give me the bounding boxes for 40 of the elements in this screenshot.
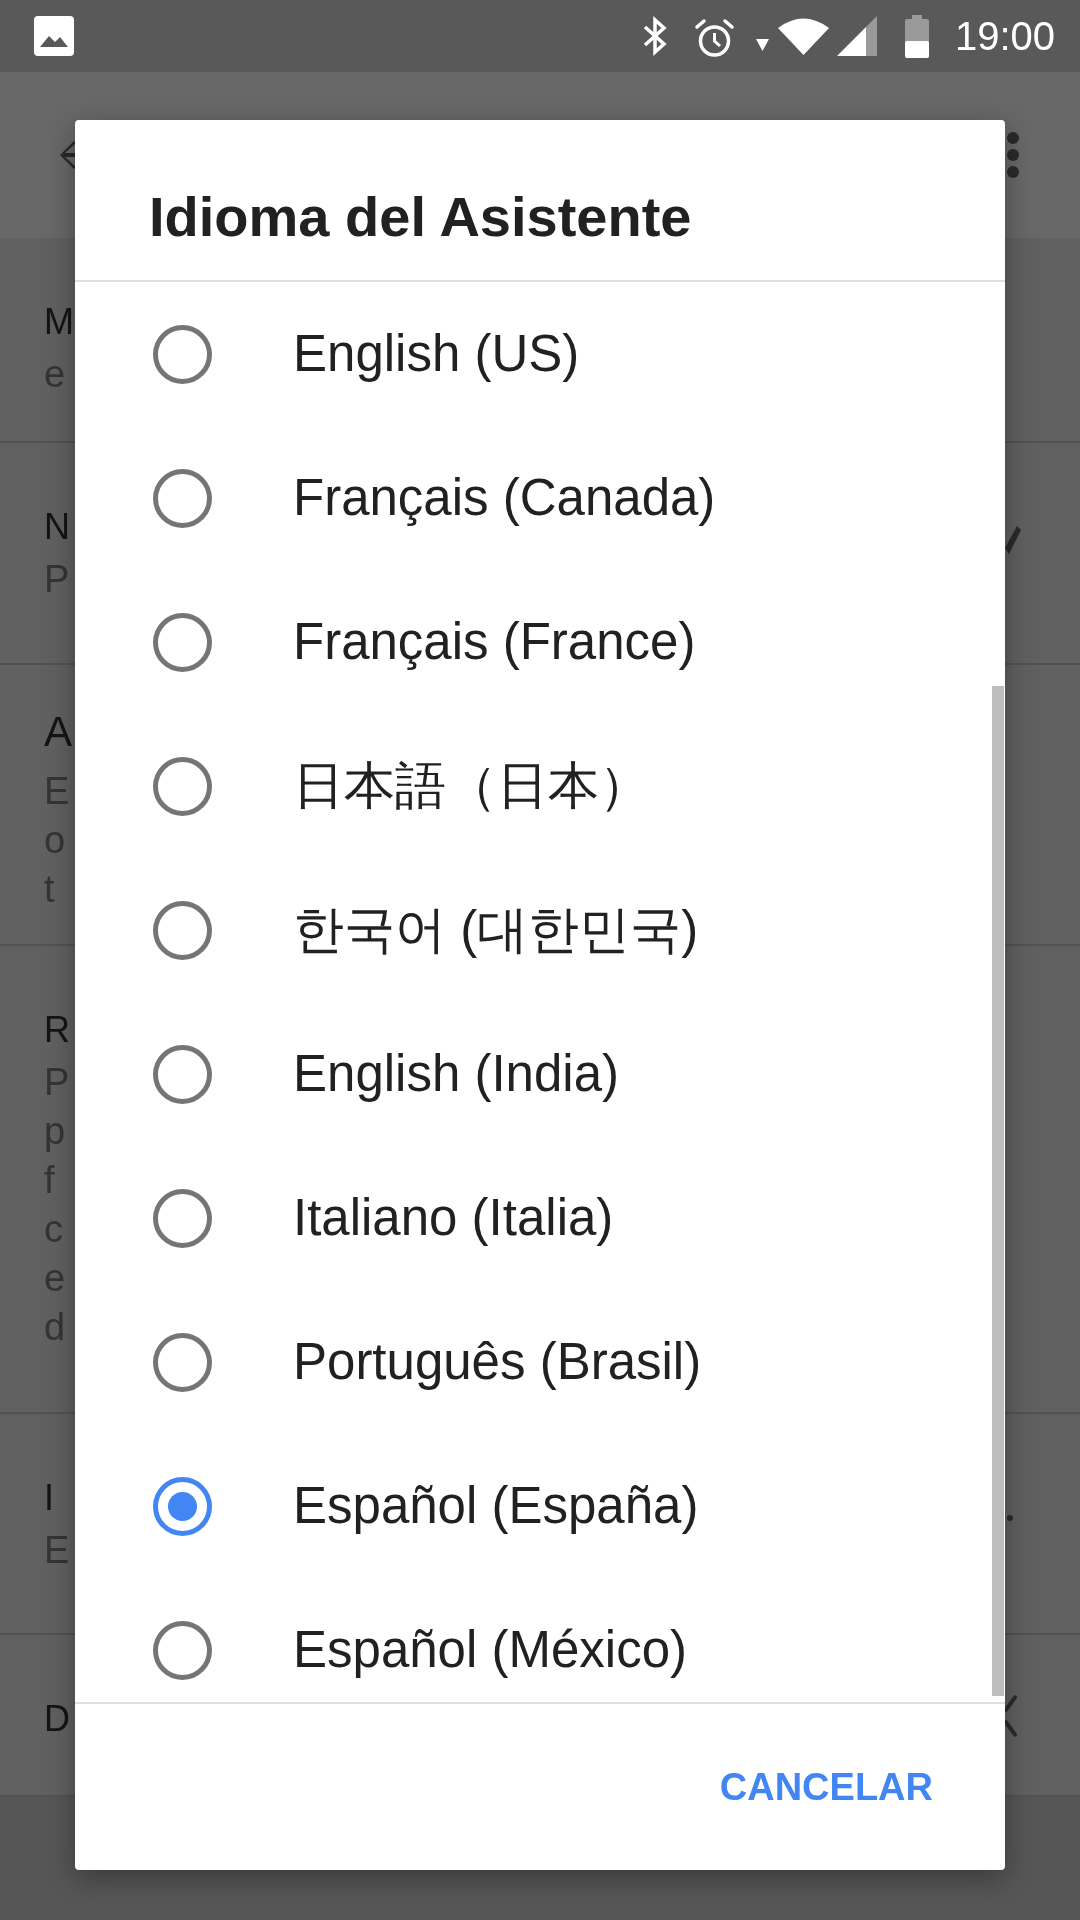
cancel-button[interactable]: CANCELAR — [695, 1743, 957, 1831]
wifi-icon — [777, 17, 829, 55]
more-options-icon — [1006, 132, 1020, 178]
radio-button[interactable] — [153, 612, 212, 672]
radio-button[interactable] — [153, 324, 212, 384]
setting-title: I — [44, 1476, 54, 1520]
setting-title: N — [44, 505, 70, 549]
language-option[interactable]: Français (Canada) — [293, 468, 716, 528]
dot-icon — [1007, 1515, 1013, 1521]
radio-button[interactable] — [153, 1620, 212, 1680]
battery-icon — [904, 14, 929, 58]
language-option[interactable]: Español (México) — [293, 1620, 687, 1680]
language-option[interactable]: English (India) — [293, 1044, 619, 1104]
radio-button[interactable] — [153, 900, 212, 960]
alarm-clock-icon — [693, 17, 735, 59]
setting-title: M — [44, 300, 74, 344]
section-title: A — [44, 707, 72, 757]
language-option[interactable]: Español (España) — [293, 1476, 699, 1536]
radio-button[interactable] — [153, 1476, 212, 1536]
signal-icon — [836, 16, 877, 56]
clock-time: 19:00 — [954, 13, 1055, 59]
setting-title: D — [44, 1697, 70, 1741]
bluetooth-icon — [641, 16, 669, 56]
language-option[interactable]: English (US) — [293, 324, 580, 384]
language-option[interactable]: Italiano (Italia) — [293, 1188, 614, 1248]
radio-button[interactable] — [153, 1044, 212, 1104]
image-icon — [34, 16, 74, 56]
scrollbar-thumb[interactable] — [992, 686, 1004, 1696]
setting-title: R — [44, 1008, 70, 1052]
radio-button[interactable] — [153, 1332, 212, 1392]
language-option[interactable]: 한국어 (대한민국) — [293, 900, 699, 960]
dialog-title: Idioma del Asistente — [149, 185, 692, 249]
language-option[interactable]: 日本語（日本） — [293, 756, 650, 816]
language-option[interactable]: Français (France) — [293, 612, 696, 672]
chevron-icon — [1004, 1695, 1017, 1737]
language-option[interactable]: Português (Brasil) — [293, 1332, 702, 1392]
radio-button[interactable] — [153, 468, 212, 528]
triangle-icon — [755, 39, 769, 51]
radio-button[interactable] — [153, 756, 212, 816]
radio-button[interactable] — [153, 1188, 212, 1248]
